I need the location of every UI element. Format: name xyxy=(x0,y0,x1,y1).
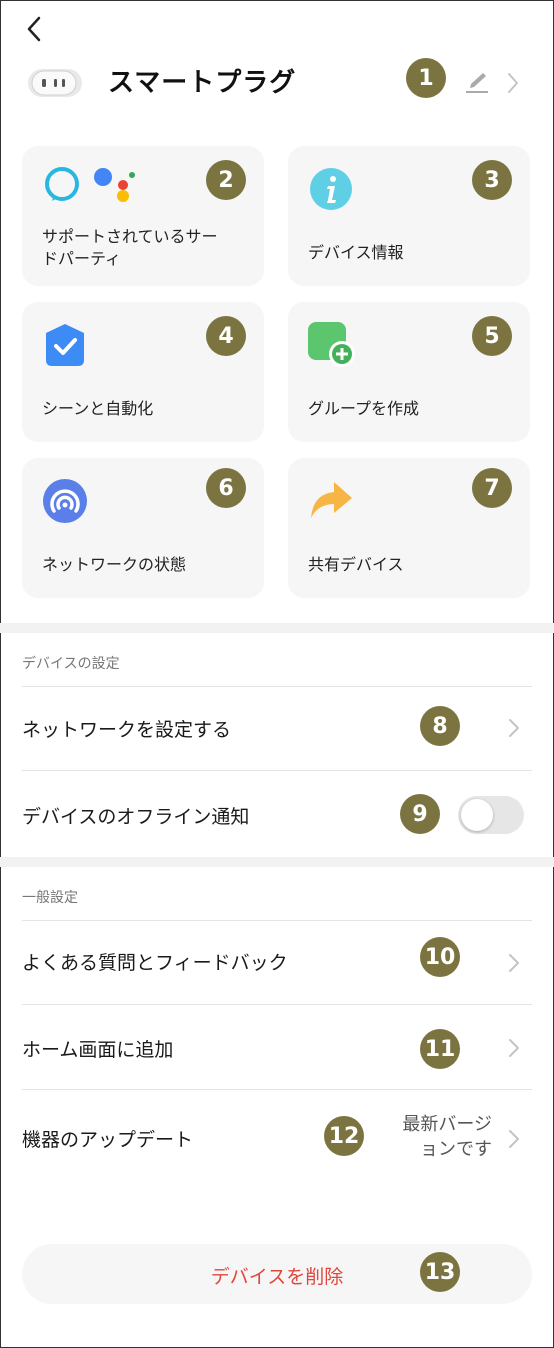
alexa-google-assistant-icon xyxy=(45,167,135,202)
chevron-right-icon xyxy=(509,1130,519,1148)
chevron-right-icon xyxy=(509,1039,519,1057)
faq-feedback-label: よくある質問とフィードバック xyxy=(22,952,288,974)
card-network-status[interactable]: 6 ネットワークの状態 xyxy=(22,458,264,598)
info-icon xyxy=(310,168,352,210)
annotation-badge-7: 7 xyxy=(472,468,512,508)
divider xyxy=(22,1089,532,1090)
device-settings-title: デバイスの設定 xyxy=(22,656,120,672)
card-scene-automation-label: シーンと自動化 xyxy=(42,399,154,418)
section-separator xyxy=(0,857,554,867)
divider xyxy=(22,1004,532,1005)
firmware-status-line1: 最新バージ xyxy=(402,1114,492,1135)
card-network-status-label: ネットワークの状態 xyxy=(42,555,187,574)
offline-notify-toggle[interactable] xyxy=(458,796,524,834)
chevron-right-icon[interactable] xyxy=(504,70,522,96)
pencil-edit-icon[interactable] xyxy=(464,70,490,94)
annotation-badge-4: 4 xyxy=(206,316,246,356)
divider xyxy=(22,686,532,687)
back-arrow-icon[interactable] xyxy=(22,14,48,44)
offline-notify-label: デバイスのオフライン通知 xyxy=(22,806,250,828)
network-settings-label: ネットワークを設定する xyxy=(22,719,232,741)
toggle-knob xyxy=(461,799,493,831)
annotation-badge-9: 9 xyxy=(400,794,440,834)
annotation-badge-11: 11 xyxy=(420,1029,460,1069)
chevron-right-icon xyxy=(509,954,519,972)
card-scene-automation[interactable]: 4 シーンと自動化 xyxy=(22,302,264,442)
card-device-info-label: デバイス情報 xyxy=(308,243,404,262)
smart-plug-device-image xyxy=(28,69,82,97)
annotation-badge-3: 3 xyxy=(472,160,512,200)
firmware-status: 最新バージ ョンです xyxy=(378,1112,492,1162)
card-third-party-label-line1: サポートされているサー xyxy=(42,227,218,246)
section-separator xyxy=(0,623,554,633)
card-third-party-label: サポートされているサー ドパーティ xyxy=(42,226,218,270)
card-third-party-label-line2: ドパーティ xyxy=(42,249,122,268)
annotation-badge-6: 6 xyxy=(206,468,246,508)
add-home-screen-label: ホーム画面に追加 xyxy=(22,1039,174,1061)
annotation-badge-13: 13 xyxy=(420,1252,460,1292)
scene-check-icon xyxy=(46,324,84,366)
annotation-badge-1: 1 xyxy=(406,58,446,98)
firmware-status-line2: ョンです xyxy=(420,1139,492,1160)
card-share-device[interactable]: 7 共有デバイス xyxy=(288,458,530,598)
share-arrow-icon xyxy=(311,482,352,518)
annotation-badge-2: 2 xyxy=(206,160,246,200)
card-third-party[interactable]: 2 サポートされているサー ドパーティ xyxy=(22,146,264,286)
general-settings-title: 一般設定 xyxy=(22,890,78,906)
annotation-badge-8: 8 xyxy=(420,706,460,746)
divider xyxy=(22,920,532,921)
firmware-update-label: 機器のアップデート xyxy=(22,1129,194,1151)
network-status-icon xyxy=(43,479,87,523)
divider xyxy=(22,770,532,771)
card-create-group-label: グループを作成 xyxy=(308,399,420,418)
chevron-right-icon xyxy=(509,719,519,737)
card-share-device-label: 共有デバイス xyxy=(308,555,404,574)
annotation-badge-10: 10 xyxy=(420,937,460,977)
card-create-group[interactable]: 5 グループを作成 xyxy=(288,302,530,442)
page-title: スマートプラグ xyxy=(108,68,297,98)
card-device-info[interactable]: 3 デバイス情報 xyxy=(288,146,530,286)
annotation-badge-12: 12 xyxy=(324,1116,364,1156)
annotation-badge-5: 5 xyxy=(472,316,512,356)
group-add-icon xyxy=(308,322,355,367)
